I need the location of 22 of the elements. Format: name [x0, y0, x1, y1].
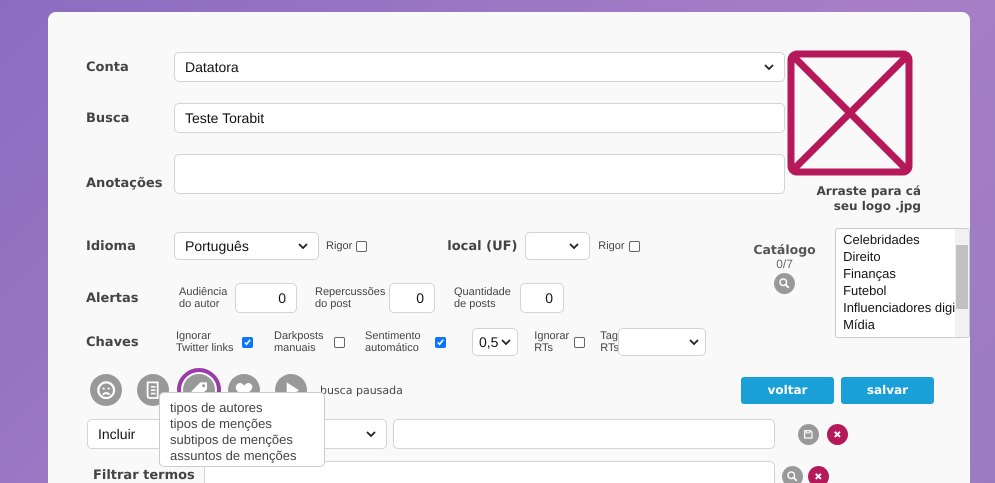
field-label: Anotações [86, 176, 164, 193]
checkbox-label: Darkposts manuais [274, 330, 325, 354]
field-label: Alertas [86, 290, 140, 306]
catalog-count: 0/7 [776, 257, 793, 271]
logo-caption: Arraste para cá seu logo .jpg [815, 184, 921, 214]
field-label: Filtrar termos [93, 469, 196, 483]
field-label: local (UF) [447, 238, 518, 254]
alert-label: Audiência do autor [179, 286, 228, 310]
alert-label: Quantidade de posts [454, 286, 512, 310]
field-label: Conta [86, 60, 130, 74]
field-label: Busca [86, 110, 130, 126]
checkbox-label: Rigor [598, 240, 625, 252]
checkbox-label: Sentimento automático [365, 330, 422, 354]
select-label: Tag RTs [600, 330, 618, 354]
checkbox-label: Ignorar RTs [534, 330, 570, 354]
checkbox-label: Rigor [326, 240, 352, 252]
alert-label: Repercussões do post [315, 286, 385, 310]
status-text: busca pausada [320, 384, 403, 396]
catalog-title: Catálogo [753, 242, 816, 257]
field-label: Chaves [86, 334, 140, 350]
checkbox-label: Ignorar Twitter links [176, 330, 234, 354]
field-label: Idioma [86, 238, 137, 254]
